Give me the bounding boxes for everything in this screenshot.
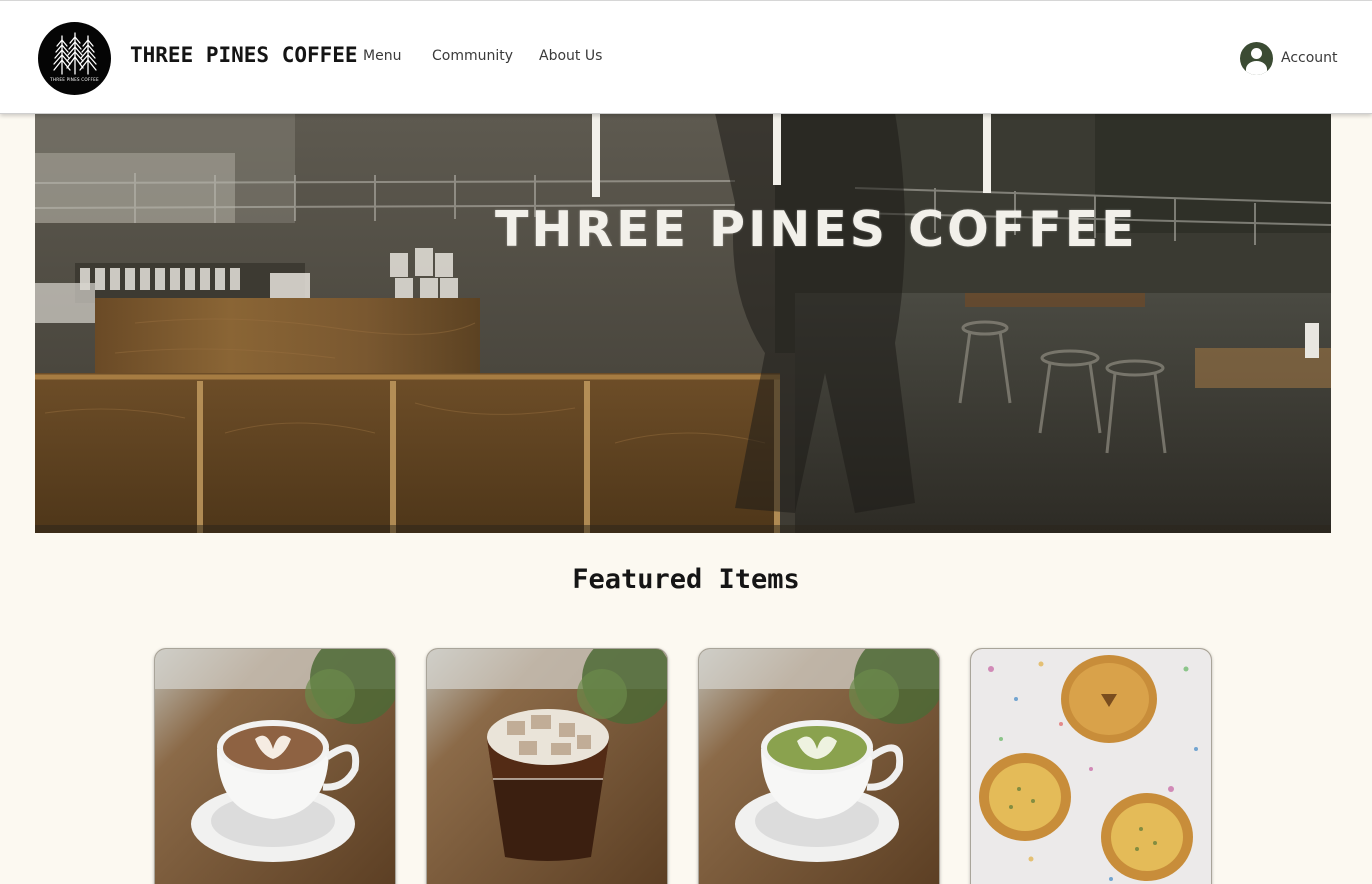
pine-trees-logo-icon[interactable]: THREE PINES COFFEE (38, 22, 111, 95)
hero-sign-text: THREE PINES COFFEE (495, 201, 1138, 258)
featured-items-title: Featured Items (572, 564, 800, 595)
account-label: Account (1281, 50, 1338, 66)
featured-item-iced-coffee[interactable] (426, 648, 668, 884)
featured-item-pastries[interactable] (970, 648, 1212, 884)
hero-image: THREE PINES COFFEE (35, 113, 1331, 533)
user-avatar-icon (1240, 41, 1273, 75)
nav-menu[interactable]: Menu (363, 48, 401, 64)
nav-about-us[interactable]: About Us (539, 48, 602, 64)
nav-community[interactable]: Community (432, 48, 513, 64)
featured-item-latte[interactable] (154, 648, 396, 884)
featured-items-list (154, 648, 1214, 884)
site-header: THREE PINES COFFEE THREE PINES COFFEE Me… (0, 0, 1372, 114)
account-button[interactable]: Account (1240, 41, 1338, 75)
featured-item-matcha-latte[interactable] (698, 648, 940, 884)
logo-text: THREE PINES COFFEE (49, 77, 99, 82)
brand-name[interactable]: THREE PINES COFFEE (130, 43, 358, 67)
